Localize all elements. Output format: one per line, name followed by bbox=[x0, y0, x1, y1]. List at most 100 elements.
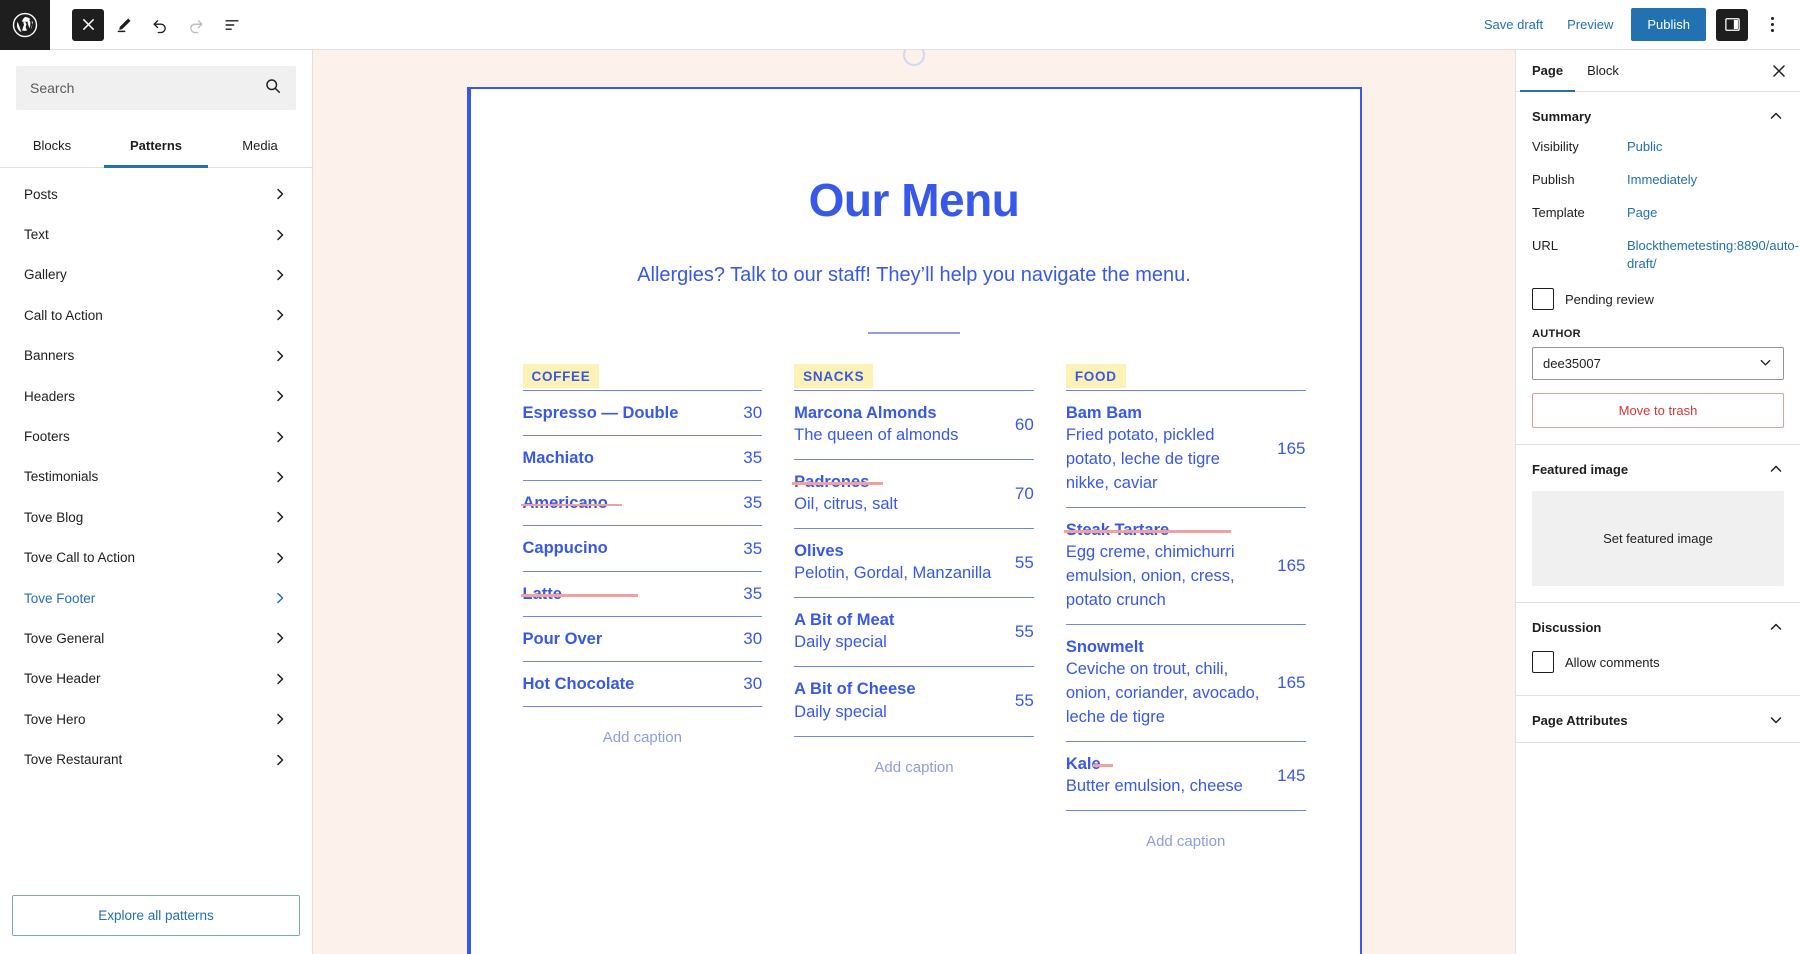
menu-item-name[interactable]: Marcona Almonds bbox=[794, 402, 936, 424]
menu-item-name[interactable]: Espresso — Double bbox=[523, 402, 679, 424]
menu-item-row[interactable]: Snowmelt Ceviche on trout, chili, onion,… bbox=[1065, 623, 1306, 741]
menu-item-row[interactable]: Latte 35 bbox=[520, 570, 763, 616]
menu-item-description[interactable]: Egg creme, chimichurri emulsion, onion, … bbox=[1066, 541, 1265, 613]
pattern-category-headers[interactable]: Headers bbox=[0, 376, 312, 416]
menu-item-price[interactable]: 55 bbox=[1015, 622, 1034, 642]
allow-comments-label[interactable]: Allow comments bbox=[1565, 655, 1660, 670]
edit-mode-button[interactable] bbox=[108, 9, 140, 41]
pattern-category-footers[interactable]: Footers bbox=[0, 416, 312, 456]
publish-button[interactable]: Publish bbox=[1631, 8, 1706, 41]
save-draft-button[interactable]: Save draft bbox=[1472, 9, 1555, 40]
chevron-up-icon[interactable] bbox=[1768, 619, 1784, 635]
menu-item-row[interactable]: Machiato 35 bbox=[522, 434, 763, 480]
menu-item-name[interactable]: Padrones bbox=[792, 471, 884, 493]
menu-item-description[interactable]: Butter emulsion, cheese bbox=[1066, 775, 1243, 799]
menu-item-row[interactable]: Marcona Almonds The queen of almonds 60 bbox=[794, 389, 1034, 459]
menu-item-name[interactable]: Latte bbox=[520, 583, 639, 605]
discussion-panel-header[interactable]: Discussion bbox=[1516, 603, 1800, 649]
menu-item-name[interactable]: A Bit of Meat bbox=[794, 609, 894, 631]
menu-item-row[interactable]: Bam Bam Fried potato, pickled potato, le… bbox=[1065, 389, 1306, 507]
menu-item-price[interactable]: 70 bbox=[1015, 484, 1034, 504]
menu-item-row[interactable]: A Bit of Meat Daily special 55 bbox=[794, 597, 1034, 666]
author-select[interactable]: dee35007 bbox=[1532, 347, 1784, 381]
menu-item-row[interactable]: Olives Pelotin, Gordal, Manzanilla 55 bbox=[794, 527, 1034, 597]
pattern-category-banners[interactable]: Banners bbox=[0, 336, 312, 376]
menu-item-description[interactable]: Daily special bbox=[794, 701, 915, 725]
pattern-category-text[interactable]: Text bbox=[0, 214, 312, 254]
page-attributes-panel-header[interactable]: Page Attributes bbox=[1516, 696, 1800, 742]
menu-category-badge[interactable]: COFFEE bbox=[522, 363, 600, 388]
menu-item-price[interactable]: 60 bbox=[1015, 415, 1034, 435]
chevron-up-icon[interactable] bbox=[1768, 108, 1784, 124]
menu-item-name[interactable]: Steak Tartare bbox=[1063, 519, 1232, 541]
menu-item-name[interactable]: Bam Bam bbox=[1066, 402, 1142, 424]
more-options-kebab-icon[interactable] bbox=[1756, 9, 1788, 41]
tab-page[interactable]: Page bbox=[1520, 50, 1576, 92]
page-title[interactable]: Our Menu bbox=[523, 175, 1306, 226]
menu-item-price[interactable]: 35 bbox=[743, 584, 762, 604]
menu-item-name[interactable]: Machiato bbox=[523, 447, 595, 469]
pattern-category-tove-restaurant[interactable]: Tove Restaurant bbox=[0, 739, 312, 779]
undo-button[interactable] bbox=[144, 9, 176, 41]
pattern-category-tove-hero[interactable]: Tove Hero bbox=[0, 699, 312, 739]
menu-item-row[interactable]: Pour Over 30 bbox=[522, 615, 763, 661]
tab-blocks[interactable]: Blocks bbox=[0, 125, 104, 168]
pending-review-label[interactable]: Pending review bbox=[1565, 292, 1654, 307]
menu-item-price[interactable]: 55 bbox=[1015, 691, 1034, 711]
menu-item-price[interactable]: 145 bbox=[1277, 766, 1305, 786]
pattern-category-tove-header[interactable]: Tove Header bbox=[0, 659, 312, 699]
publish-value-button[interactable]: Immediately bbox=[1627, 171, 1697, 190]
summary-panel-header[interactable]: Summary bbox=[1516, 92, 1800, 138]
menu-item-description[interactable]: Fried potato, pickled potato, leche de t… bbox=[1066, 424, 1265, 496]
menu-item-description[interactable]: The queen of almonds bbox=[794, 424, 958, 448]
allow-comments-checkbox[interactable] bbox=[1532, 651, 1554, 674]
tab-patterns[interactable]: Patterns bbox=[104, 125, 208, 168]
menu-category-badge[interactable]: FOOD bbox=[1065, 363, 1126, 388]
menu-item-name[interactable]: A Bit of Cheese bbox=[794, 678, 915, 700]
pattern-category-gallery[interactable]: Gallery bbox=[0, 255, 312, 295]
menu-item-price[interactable]: 30 bbox=[743, 674, 762, 694]
chevron-down-icon[interactable] bbox=[1768, 712, 1784, 728]
menu-item-row[interactable]: Americano 35 bbox=[520, 480, 763, 525]
featured-image-panel-header[interactable]: Featured image bbox=[1516, 445, 1800, 491]
set-featured-image-button[interactable]: Set featured image bbox=[1532, 491, 1784, 587]
menu-item-price[interactable]: 165 bbox=[1277, 439, 1305, 459]
menu-item-price[interactable]: 55 bbox=[1015, 553, 1034, 573]
explore-all-patterns-button[interactable]: Explore all patterns bbox=[12, 895, 300, 936]
menu-item-price[interactable]: 165 bbox=[1277, 673, 1305, 693]
search-box[interactable] bbox=[16, 66, 296, 110]
pattern-category-tove-blog[interactable]: Tove Blog bbox=[0, 497, 312, 537]
move-to-trash-button[interactable]: Move to trash bbox=[1532, 393, 1784, 429]
close-settings-icon[interactable] bbox=[1762, 54, 1796, 88]
menu-item-row[interactable]: Cappucino 35 bbox=[522, 525, 763, 570]
add-caption-field[interactable]: Add caption bbox=[794, 737, 1034, 776]
pattern-category-tove-footer[interactable]: Tove Footer bbox=[0, 578, 312, 618]
template-value-button[interactable]: Page bbox=[1627, 204, 1657, 223]
menu-item-price[interactable]: 30 bbox=[743, 629, 762, 649]
url-value-button[interactable]: Blockthemetesting:8890/auto-draft/ bbox=[1627, 237, 1799, 275]
pattern-category-tove-call-to-action[interactable]: Tove Call to Action bbox=[0, 538, 312, 578]
menu-category-badge[interactable]: SNACKS bbox=[794, 363, 874, 388]
tab-block[interactable]: Block bbox=[1575, 50, 1631, 92]
wordpress-logo-icon[interactable] bbox=[0, 0, 50, 50]
menu-item-name[interactable]: Kale bbox=[1066, 753, 1113, 775]
menu-item-description[interactable]: Pelotin, Gordal, Manzanilla bbox=[794, 562, 991, 586]
preview-button[interactable]: Preview bbox=[1555, 9, 1625, 40]
menu-item-row[interactable]: Steak Tartare Egg creme, chimichurri emu… bbox=[1063, 506, 1306, 624]
menu-item-name[interactable]: Olives bbox=[794, 540, 844, 562]
menu-item-row[interactable]: Hot Chocolate 30 bbox=[522, 661, 763, 708]
menu-item-description[interactable]: Ceviche on trout, chili, onion, coriande… bbox=[1066, 658, 1265, 730]
add-caption-field[interactable]: Add caption bbox=[523, 707, 763, 746]
add-caption-field[interactable]: Add caption bbox=[1066, 811, 1306, 850]
menu-item-price[interactable]: 35 bbox=[743, 493, 762, 513]
tab-media[interactable]: Media bbox=[208, 125, 312, 168]
menu-item-description[interactable]: Oil, citrus, salt bbox=[794, 493, 898, 517]
pattern-category-tove-general[interactable]: Tove General bbox=[0, 618, 312, 658]
pending-review-checkbox[interactable] bbox=[1532, 288, 1554, 311]
search-icon[interactable] bbox=[264, 77, 282, 100]
menu-item-price[interactable]: 35 bbox=[743, 539, 762, 559]
search-input[interactable] bbox=[30, 80, 264, 96]
menu-item-name[interactable]: Americano bbox=[520, 492, 623, 514]
page-subtitle[interactable]: Allergies? Talk to our staff! They’ll he… bbox=[523, 264, 1306, 287]
menu-item-price[interactable]: 165 bbox=[1277, 556, 1305, 576]
